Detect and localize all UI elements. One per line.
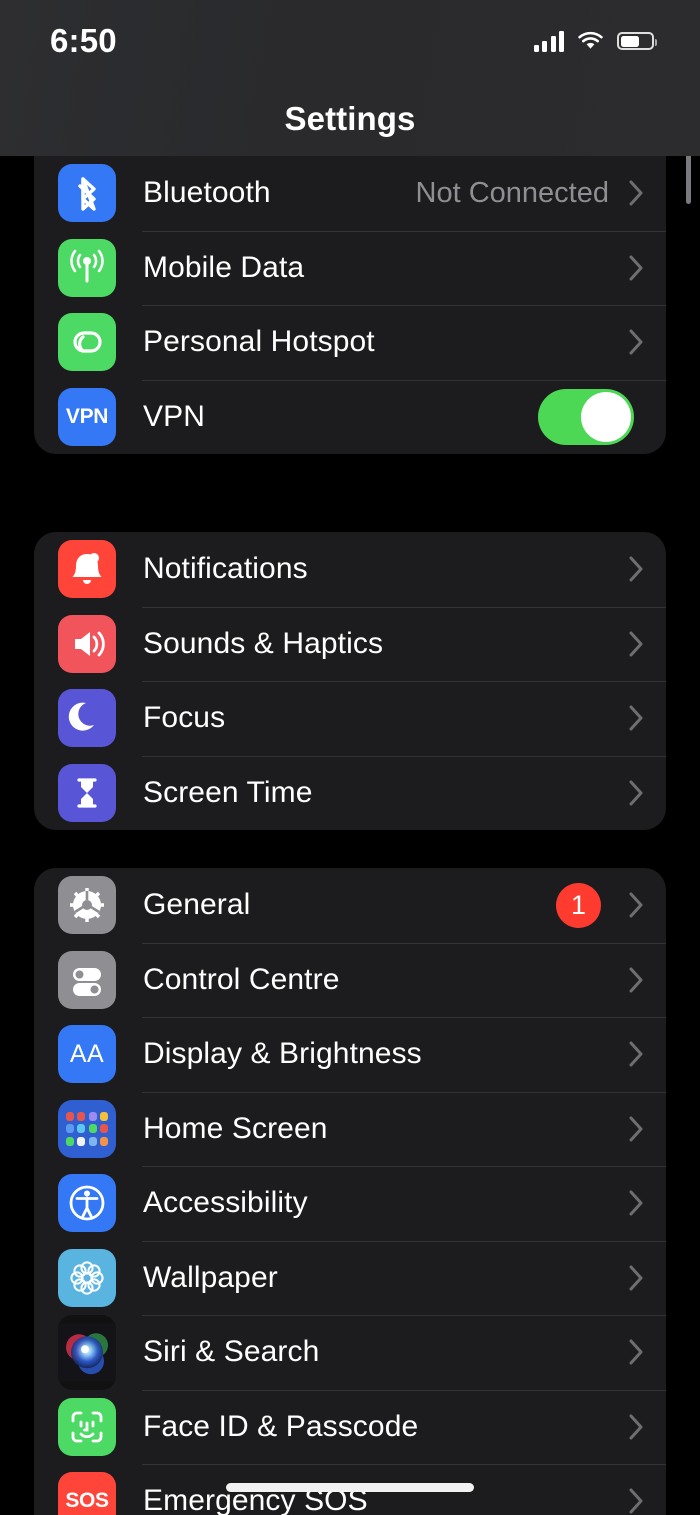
settings-row-siri-search[interactable]: Siri & Search: [34, 1315, 666, 1390]
sos-icon-label: SOS: [65, 1489, 109, 1513]
chevron-right-icon: [629, 556, 644, 582]
face-id-icon: [58, 1397, 116, 1456]
app-grid-icon: [58, 1099, 116, 1158]
settings-row-label: Control Centre: [143, 962, 340, 996]
settings-row-label: Wallpaper: [143, 1260, 278, 1294]
settings-group-system: General 1 Control Centre AA Display & Br…: [34, 868, 666, 1515]
settings-row-value: Not Connected: [415, 176, 609, 209]
chevron-right-icon: [629, 1116, 644, 1142]
settings-row-label: Siri & Search: [143, 1335, 320, 1369]
text-size-icon: AA: [58, 1025, 116, 1084]
settings-row-label: Mobile Data: [143, 250, 305, 284]
vpn-icon: VPN: [58, 387, 116, 446]
settings-row-control-centre[interactable]: Control Centre: [34, 942, 666, 1018]
gear-icon: [58, 876, 116, 935]
settings-row-label: Display & Brightness: [143, 1037, 422, 1071]
flower-icon: [58, 1248, 116, 1307]
settings-row-bluetooth[interactable]: Bluetooth Not Connected: [34, 156, 666, 231]
status-bar-indicators: [533, 30, 657, 52]
home-indicator[interactable]: [226, 1483, 474, 1492]
settings-row-label: VPN: [143, 399, 205, 433]
settings-group-connectivity: Bluetooth Not Connected Mobile Data Pers…: [34, 156, 666, 454]
settings-row-label: General: [143, 888, 251, 922]
settings-row-home-screen[interactable]: Home Screen: [34, 1091, 666, 1167]
settings-row-label: Personal Hotspot: [143, 325, 375, 359]
settings-row-label: Screen Time: [143, 775, 313, 809]
settings-row-label: Accessibility: [143, 1186, 308, 1220]
chevron-right-icon: [629, 705, 644, 731]
settings-row-focus[interactable]: Focus: [34, 681, 666, 756]
settings-row-general[interactable]: General 1: [34, 868, 666, 943]
settings-row-screen-time[interactable]: Screen Time: [34, 755, 666, 831]
toggle-knob: [581, 391, 631, 442]
settings-list: Bluetooth Not Connected Mobile Data Pers…: [0, 156, 700, 1515]
settings-row-wallpaper[interactable]: Wallpaper: [34, 1240, 666, 1316]
text-size-icon-label: AA: [69, 1039, 105, 1068]
bluetooth-icon: [58, 164, 116, 223]
chevron-right-icon: [629, 1339, 644, 1365]
speaker-icon: [58, 614, 116, 673]
chevron-right-icon: [629, 1265, 644, 1291]
settings-row-mobile-data[interactable]: Mobile Data: [34, 230, 666, 306]
cellular-antenna-icon: [58, 238, 116, 297]
status-bar: 6:50: [0, 0, 700, 82]
chevron-right-icon: [629, 1414, 644, 1440]
settings-row-label: Sounds & Haptics: [143, 626, 384, 660]
settings-row-label: Notifications: [143, 552, 308, 586]
navigation-header: 6:50 Settings: [0, 0, 700, 156]
settings-row-vpn[interactable]: VPN VPN: [34, 379, 666, 455]
settings-group-alerts: Notifications Sounds & Haptics Focus Scr…: [34, 532, 666, 830]
chevron-right-icon: [629, 180, 644, 206]
page-title: Settings: [284, 100, 416, 137]
chevron-right-icon: [629, 780, 644, 806]
wifi-icon: [577, 31, 604, 51]
cellular-bars-icon: [533, 30, 564, 52]
settings-row-label: Bluetooth: [143, 176, 271, 210]
chevron-right-icon: [629, 1488, 644, 1514]
hotspot-link-icon: [58, 313, 116, 372]
moon-icon: [58, 689, 116, 748]
sos-icon: SOS: [58, 1472, 116, 1515]
chevron-right-icon: [629, 329, 644, 355]
status-bar-time: 6:50: [50, 22, 117, 59]
chevron-right-icon: [629, 892, 644, 918]
settings-row-face-id-passcode[interactable]: Face ID & Passcode: [34, 1389, 666, 1465]
settings-screen: 6:50 Settings Bluetooth Not Connected Mo…: [0, 0, 700, 1515]
vpn-icon-label: VPN: [65, 404, 109, 428]
chevron-right-icon: [629, 631, 644, 657]
chevron-right-icon: [629, 255, 644, 281]
settings-row-display-brightness[interactable]: AA Display & Brightness: [34, 1017, 666, 1092]
siri-orb-icon: [58, 1315, 116, 1390]
accessibility-icon: [58, 1174, 116, 1233]
chevron-right-icon: [629, 967, 644, 993]
chevron-right-icon: [629, 1041, 644, 1067]
settings-row-accessibility[interactable]: Accessibility: [34, 1166, 666, 1241]
bell-icon: [58, 540, 116, 599]
vpn-toggle[interactable]: [538, 388, 634, 445]
settings-row-notifications[interactable]: Notifications: [34, 532, 666, 607]
chevron-right-icon: [629, 1190, 644, 1216]
settings-row-label: Face ID & Passcode: [143, 1409, 419, 1443]
settings-row-label: Focus: [143, 701, 226, 735]
settings-row-label: Home Screen: [143, 1111, 328, 1145]
app-grid-tiles: [66, 1111, 108, 1146]
settings-row-sounds-haptics[interactable]: Sounds & Haptics: [34, 606, 666, 682]
hourglass-icon: [58, 763, 116, 822]
battery-icon: [617, 32, 657, 50]
settings-row-personal-hotspot[interactable]: Personal Hotspot: [34, 305, 666, 380]
toggles-icon: [58, 950, 116, 1009]
status-badge: 1: [556, 882, 601, 928]
